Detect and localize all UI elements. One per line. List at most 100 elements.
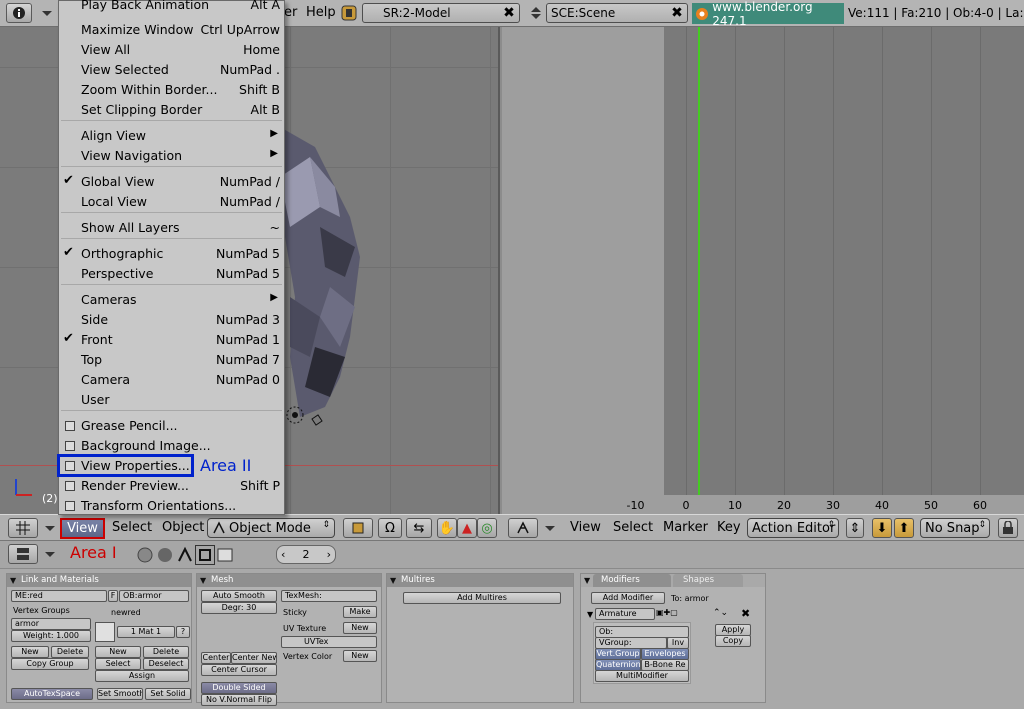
multimodifier-toggle[interactable]: MultiModifier [595,670,689,682]
menu-item-zoom-within-border[interactable]: Zoom Within Border... Shift B [59,80,284,100]
screen-field[interactable]: SR:2-Model ✖ [362,3,520,23]
menu-item-show-all-layers[interactable]: Show All Layers ~ [59,218,284,238]
assign-material-button[interactable]: Assign [95,670,189,682]
center-cursor-button[interactable]: Center Cursor [201,664,277,676]
menu-item-perspective[interactable]: Perspective NumPad 5 [59,264,284,284]
copy-group-button[interactable]: Copy Group [11,658,89,670]
pivot-icon[interactable]: Ω [378,518,402,538]
close-icon[interactable]: ✖ [501,5,517,21]
current-frame-line[interactable] [698,27,700,495]
new-group-button[interactable]: New [11,646,49,658]
layers-icon[interactable]: ⇆ [406,518,432,538]
menu-item-local-view[interactable]: Local View NumPad / [59,192,284,212]
draw-type-icon[interactable] [343,518,373,538]
select-material-button[interactable]: Select [95,658,141,670]
vertex-group-select[interactable]: armor [11,618,91,630]
set-solid-button[interactable]: Set Solid [145,688,191,700]
editing-icon[interactable] [195,545,215,565]
chevron-right-icon[interactable]: › [327,548,331,561]
menu-item-view-all[interactable]: View All Home [59,40,284,60]
action-track-area[interactable] [664,27,1024,495]
menu-item-transform-orientations[interactable]: Transform Orientations... [59,496,284,516]
chevron-down-icon[interactable] [40,545,60,563]
menu-item-top[interactable]: Top NumPad 7 [59,350,284,370]
material-counter[interactable]: 1 Mat 1 [117,626,175,638]
chevron-down-icon[interactable] [40,519,60,537]
chevron-down-icon[interactable] [36,3,58,23]
key-down-icon[interactable]: ⬇ [872,518,892,538]
close-icon[interactable]: ✖ [669,5,685,21]
material-sphere-icon[interactable] [135,545,155,565]
armature-modifier-name[interactable]: Armature [595,608,655,620]
chevron-down-icon[interactable]: ▼ [587,610,593,619]
weight-slider[interactable]: Weight: 1.000 [11,630,91,642]
material-swatch[interactable] [95,622,115,642]
set-smooth-button[interactable]: Set Smooth [97,688,143,700]
mode-select[interactable]: Object Mode ⇕ [207,518,335,538]
delete-group-button[interactable]: Delete [51,646,89,658]
close-icon[interactable]: ✖ [741,607,750,620]
chevron-updown-icon[interactable] [526,3,546,23]
auto-smooth-toggle[interactable]: Auto Smooth [201,590,277,602]
key-up-icon[interactable]: ⬆ [894,518,914,538]
object-icon[interactable] [175,545,195,565]
chevron-left-icon[interactable]: ‹ [281,548,285,561]
url-badge[interactable]: www.blender.org 247.1 [692,0,844,28]
uvtex-field[interactable]: UVTex [281,636,377,648]
new-uv-button[interactable]: New [343,622,377,634]
frame-counter[interactable]: ‹ 2 › [276,545,336,564]
action-editor[interactable]: -10 0 10 20 30 40 50 60 [502,27,1024,515]
help-menu[interactable]: Help [306,5,336,20]
copy-button[interactable]: Copy [715,635,751,647]
menu-item-user[interactable]: User [59,390,284,410]
degree-field[interactable]: Degr: 30 [201,602,277,614]
marker-menu[interactable]: Marker [663,520,708,535]
no-vnormal-flip-toggle[interactable]: No V.Normal Flip [201,694,277,706]
tab-modifiers[interactable]: Modifiers [593,574,671,587]
menu-item-maximize-window[interactable]: Maximize Window Ctrl UpArrow [59,20,284,40]
sphere-icon[interactable] [155,545,175,565]
key-menu[interactable]: Key [717,520,741,535]
select-menu[interactable]: Select [112,520,152,535]
add-multires-button[interactable]: Add Multires [403,592,561,604]
fake-user-toggle[interactable]: F [108,590,118,602]
new-material-button[interactable]: New [95,646,141,658]
center-button[interactable]: Center [201,652,231,664]
center-new-button[interactable]: Center New [231,652,277,664]
object-name-field[interactable]: OB:armor [119,590,189,602]
scene-field[interactable]: SCE:Scene ✖ [546,3,688,23]
view-menu[interactable]: View [570,520,601,535]
delete-material-button[interactable]: Delete [143,646,189,658]
modifier-toggles-icon[interactable]: ▣✚▢ [656,608,686,620]
menu-item-view-selected[interactable]: View Selected NumPad . [59,60,284,80]
menu-item-render-preview[interactable]: Render Preview... Shift P [59,476,284,496]
view-menu-button[interactable]: View [60,518,105,539]
menu-item-camera[interactable]: Camera NumPad 0 [59,370,284,390]
double-sided-toggle[interactable]: Double Sided [201,682,277,694]
grid-icon[interactable] [8,518,38,538]
add-modifier-button[interactable]: Add Modifier [591,592,665,604]
make-sticky-button[interactable]: Make [343,606,377,618]
info-icon[interactable] [6,3,32,23]
select-menu[interactable]: Select [613,520,653,535]
menu-item-side[interactable]: Side NumPad 3 [59,310,284,330]
screen-icon[interactable] [340,4,358,22]
menu-partial[interactable]: er [284,5,297,20]
menu-item-cameras[interactable]: Cameras ▶ [59,290,284,310]
help-button[interactable]: ? [176,626,190,638]
action-editor-icon[interactable] [508,518,538,538]
tab-shapes[interactable]: Shapes [673,574,743,587]
chevron-down-icon[interactable] [540,519,560,537]
chevron-updown-icon[interactable]: ⇕ [846,518,864,538]
move-up-down-icon[interactable]: ⌃⌄ [713,608,743,620]
snap-select[interactable]: No Snap ⇕ [920,518,990,538]
mesh-name-field[interactable]: ME:red [11,590,107,602]
lock-icon[interactable] [998,518,1018,538]
deselect-material-button[interactable]: Deselect [143,658,189,670]
menu-item-grease-pencil[interactable]: Grease Pencil... [59,416,284,436]
scene-icon[interactable] [215,545,235,565]
menu-item-play-back-animation[interactable]: Play Back Animation Alt A [59,0,284,15]
autotexspace-toggle[interactable]: AutoTexSpace [11,688,93,700]
editor-type-select[interactable]: Action Editor ⇕ [747,518,839,538]
menu-item-view-navigation[interactable]: View Navigation ▶ [59,146,284,166]
